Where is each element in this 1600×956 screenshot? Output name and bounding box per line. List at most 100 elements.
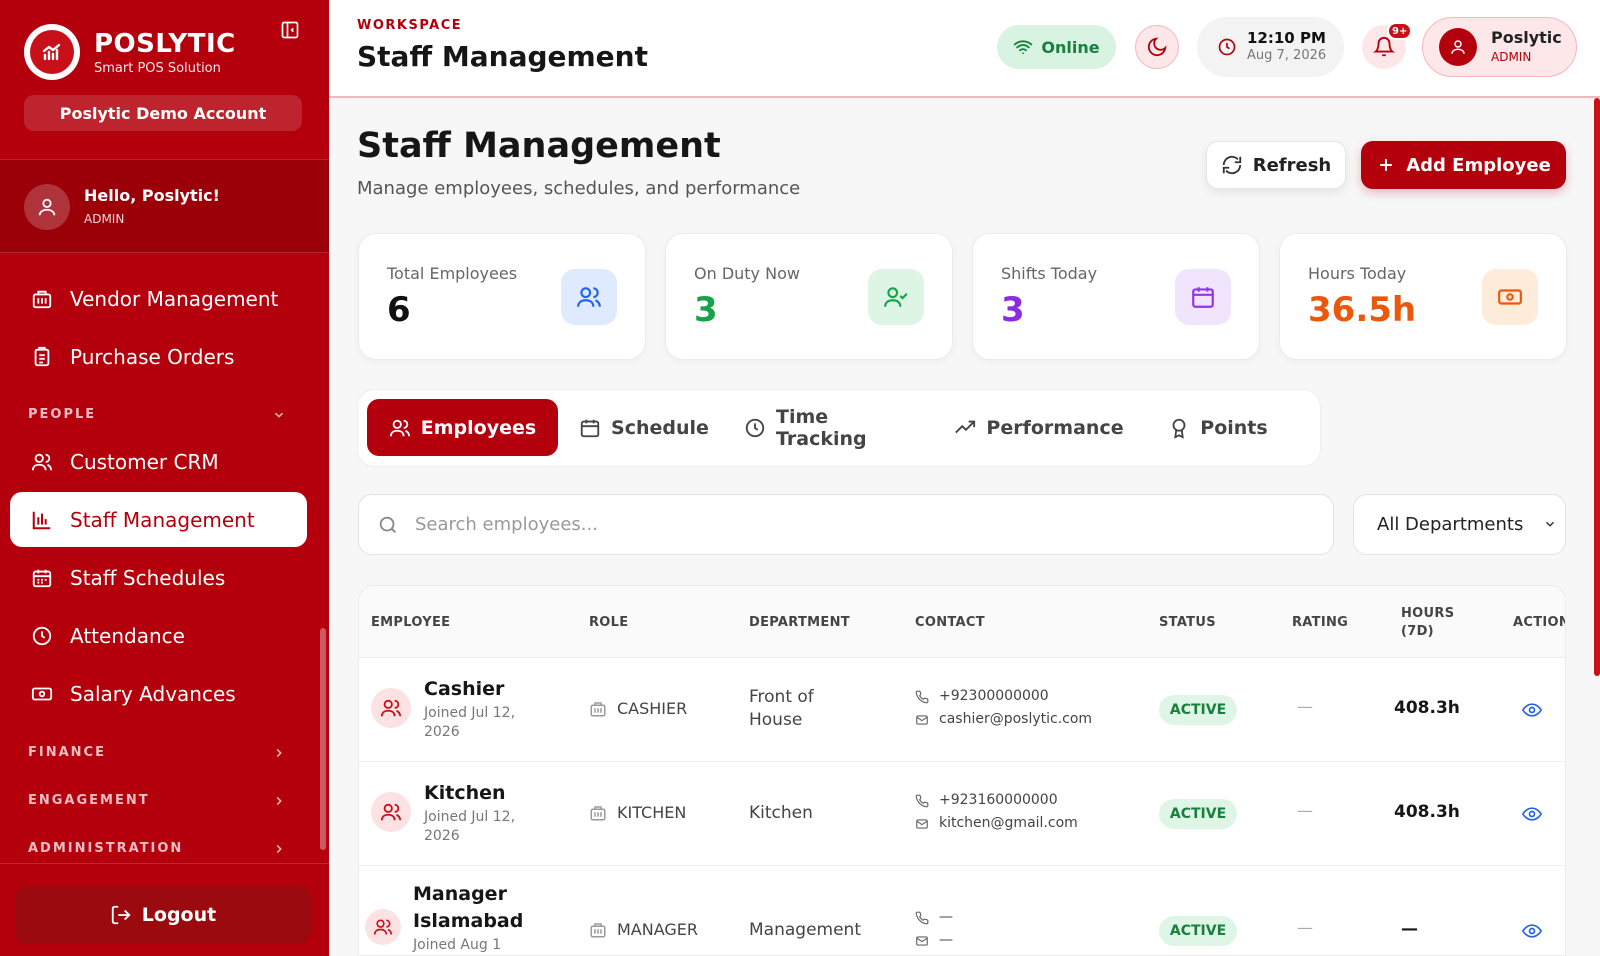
view-eye-icon[interactable] [1520,919,1544,943]
table-row[interactable]: Kitchen Joined Jul 12, 2026 KITCHEN Kitc… [359,762,1565,866]
employee-contact: +923160000000 kitchen@gmail.com [915,789,1078,835]
employee-name: Kitchen [424,782,506,804]
employee-name: Cashier [424,678,505,700]
chevron-down-icon [1543,517,1557,531]
sidebar-scrollbar[interactable] [320,628,326,850]
profile-name: Poslytic [1491,28,1562,47]
clock-icon [30,624,54,648]
employee-role: KITCHEN [589,803,686,822]
department-select-value: All Departments [1377,514,1524,535]
clipboard-icon [30,345,54,369]
section-label: ENGAGEMENT [28,793,150,808]
tab-bar: Employees Schedule Time Tracking Perform… [357,389,1321,467]
online-label: Online [1041,37,1100,57]
employee-department: Management [749,920,861,940]
notification-badge: 9+ [1387,22,1413,40]
sidebar-item-staff-management[interactable]: Staff Management [10,492,307,547]
employee-phone: — [939,909,953,925]
users-icon [389,417,411,439]
mail-icon [915,934,929,948]
employee-email: — [939,932,953,948]
column-header: (7D) [1401,624,1434,639]
tab-points[interactable]: Points [1166,399,1270,456]
breadcrumb: WORKSPACE [357,18,463,33]
logout-icon [110,904,132,926]
building-icon [30,287,54,311]
logout-label: Logout [141,904,217,926]
refresh-button[interactable]: Refresh [1206,141,1346,189]
role-label: CASHIER [617,699,688,718]
online-status[interactable]: Online [997,25,1116,69]
sidebar-nav: Vendor Management Purchase Orders PEOPLE… [0,253,329,863]
section-finance[interactable]: FINANCE [28,745,286,760]
sidebar-item-salary-advances[interactable]: Salary Advances [10,666,307,721]
view-eye-icon[interactable] [1520,802,1544,826]
page-title: Staff Management [357,126,721,166]
sidebar-item-customer-crm[interactable]: Customer CRM [10,434,307,489]
content-scrollbar[interactable] [1594,98,1600,676]
employee-hours: 408.3h [1394,802,1460,822]
sidebar-item-vendor-management[interactable]: Vendor Management [10,271,307,326]
tab-schedule[interactable]: Schedule [574,399,714,456]
employee-rating: — [1297,801,1313,820]
employee-hours: 408.3h [1394,698,1460,718]
stat-label: Hours Today [1308,264,1407,283]
users-icon [365,909,401,945]
wifi-icon [1013,37,1033,57]
search-box [358,494,1334,555]
view-eye-icon[interactable] [1520,698,1544,722]
plus-icon [1376,155,1396,175]
stat-card-shifts-today: Shifts Today 3 [972,233,1260,360]
section-engagement[interactable]: ENGAGEMENT [28,793,286,808]
tab-label: Employees [420,416,537,439]
employee-contact: — — [915,906,953,952]
refresh-label: Refresh [1252,154,1332,176]
sidebar-item-attendance[interactable]: Attendance [10,608,307,663]
table-header: EMPLOYEE ROLE DEPARTMENT CONTACT STATUS … [359,586,1566,658]
sidebar-collapse-icon[interactable] [278,18,302,42]
column-header: CONTACT [915,615,985,630]
add-employee-button[interactable]: Add Employee [1361,141,1566,189]
section-label: PEOPLE [28,407,97,422]
search-input[interactable] [415,514,1275,535]
sidebar-item-staff-schedules[interactable]: Staff Schedules [10,550,307,605]
table-row[interactable]: Cashier Joined Jul 12, 2026 CASHIER Fron… [359,658,1565,762]
clock-icon [744,417,766,439]
sidebar-item-label: Staff Management [70,507,255,532]
section-label: FINANCE [28,745,106,760]
account-pill[interactable]: Poslytic Demo Account [24,95,302,131]
department-select[interactable]: All Departments [1353,494,1566,555]
employee-phone: +92300000000 [939,688,1049,704]
logout-button[interactable]: Logout [15,886,311,944]
profile-menu[interactable]: Poslytic ADMIN [1422,17,1577,77]
theme-toggle-button[interactable] [1135,25,1179,69]
sidebar: POSLYTIC Smart POS Solution Poslytic Dem… [0,0,329,956]
bar-chart-icon [30,508,54,532]
sidebar-item-purchase-orders[interactable]: Purchase Orders [10,329,307,384]
sidebar-item-label: Purchase Orders [70,344,235,369]
header-title: Staff Management [357,40,648,73]
phone-icon [915,794,929,808]
employee-phone: +923160000000 [939,792,1058,808]
brand-name: POSLYTIC [94,28,236,59]
column-header: ACTION [1513,615,1566,630]
employee-joined: Joined Jul 12, 2026 [424,809,516,844]
stat-value: 6 [387,290,411,330]
tab-time-tracking[interactable]: Time Tracking [744,399,920,456]
logo [24,24,80,80]
employee-rating: — [1297,697,1313,716]
status-badge: ACTIVE [1159,695,1237,725]
user-check-icon [868,269,924,325]
table-row[interactable]: Manager Islamabad Joined Aug 1 MANAGER M… [359,866,1565,955]
briefcase-icon [589,921,607,939]
section-administration[interactable]: ADMINISTRATION [28,841,286,856]
brand: POSLYTIC Smart POS Solution [24,24,236,80]
employee-role: CASHIER [589,699,687,718]
chevron-right-icon [272,746,286,760]
section-people[interactable]: PEOPLE [28,407,286,422]
tab-performance[interactable]: Performance [955,399,1124,456]
role-label: MANAGER [617,920,699,939]
tab-employees[interactable]: Employees [367,399,558,456]
chevron-right-icon [272,842,286,856]
stat-label: Total Employees [387,264,518,283]
